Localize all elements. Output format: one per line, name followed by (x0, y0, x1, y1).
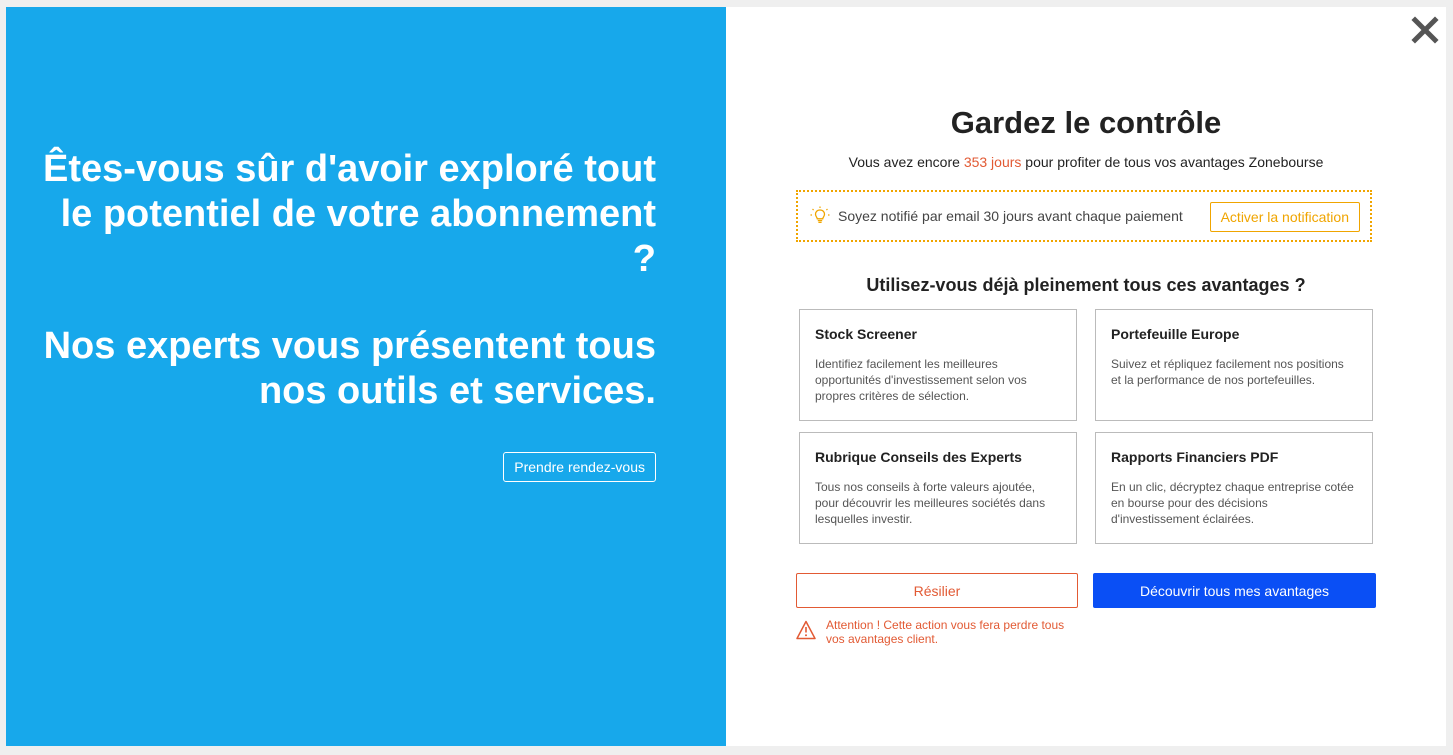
activate-notification-button[interactable]: Activer la notification (1209, 202, 1360, 232)
headline: Êtes-vous sûr d'avoir exploré tout le po… (43, 148, 656, 280)
card-description: Tous nos conseils à forte valeurs ajouté… (815, 480, 1046, 526)
card-title: Rapports Financiers PDF (1111, 449, 1279, 465)
card-description: En un clic, décryptez chaque entreprise … (1111, 480, 1354, 526)
card-description: Identifiez facilement les meilleures opp… (815, 357, 1027, 403)
card-title: Rubrique Conseils des Experts (815, 449, 1022, 465)
subscription-modal: Êtes-vous sûr d'avoir exploré tout le po… (6, 7, 1446, 746)
remaining-days: 353 jours (963, 154, 1022, 170)
lightbulb-icon (810, 206, 830, 224)
discover-benefits-button[interactable]: Découvrir tous mes avantages (1093, 573, 1376, 608)
subtitle-suffix: pour profiter de tous vos avantages Zone… (1021, 154, 1324, 170)
card-title: Portefeuille Europe (1111, 326, 1240, 342)
page-title: Gardez le contrôle (950, 105, 1222, 140)
notification-box: Soyez notifié par email 30 jours avant c… (796, 190, 1372, 242)
warning-icon (796, 620, 816, 640)
left-text: Êtes-vous sûr d'avoir exploré tout le po… (36, 147, 656, 414)
benefit-card-portefeuille-europe[interactable]: Portefeuille Europe Suivez et répliquez … (1095, 309, 1373, 421)
right-panel: Gardez le contrôle Vous avez encore 353 … (726, 7, 1446, 746)
close-icon[interactable] (1410, 15, 1440, 45)
cancel-subscription-button[interactable]: Résilier (796, 573, 1078, 608)
warning-text: Attention ! Cette action vous fera perdr… (826, 618, 1065, 646)
benefit-card-rapports-pdf[interactable]: Rapports Financiers PDF En un clic, décr… (1095, 432, 1373, 544)
subheadline: Nos experts vous présentent tous nos out… (43, 325, 656, 412)
remaining-days-text: Vous avez encore 353 jours pour profiter… (726, 154, 1446, 170)
appointment-button[interactable]: Prendre rendez-vous (503, 452, 656, 482)
benefits-question: Utilisez-vous déjà pleinement tous ces a… (866, 275, 1306, 295)
benefit-card-conseils-experts[interactable]: Rubrique Conseils des Experts Tous nos c… (799, 432, 1077, 544)
subtitle-prefix: Vous avez encore (848, 154, 964, 170)
notification-text: Soyez notifié par email 30 jours avant c… (838, 208, 1183, 224)
card-description: Suivez et répliquez facilement nos posit… (1111, 357, 1344, 387)
card-title: Stock Screener (815, 326, 917, 342)
left-panel: Êtes-vous sûr d'avoir exploré tout le po… (6, 7, 726, 746)
benefit-card-stock-screener[interactable]: Stock Screener Identifiez facilement les… (799, 309, 1077, 421)
